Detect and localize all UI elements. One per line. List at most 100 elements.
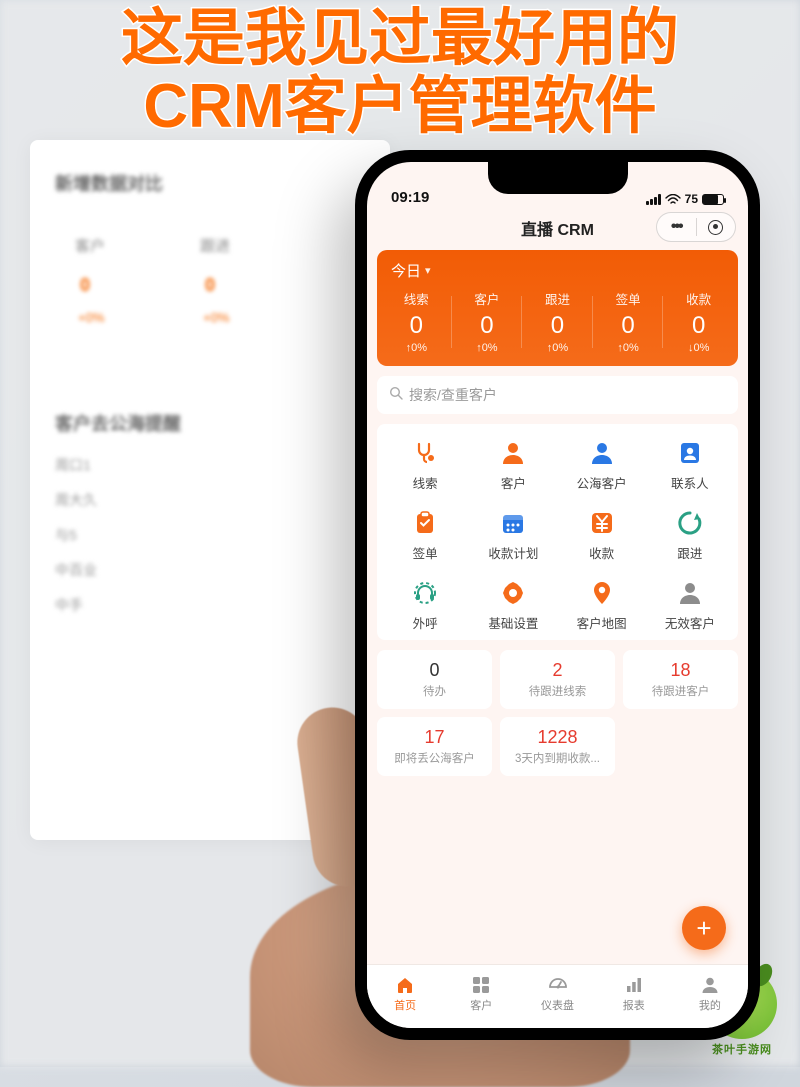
- gear-icon: [498, 578, 528, 608]
- status-time: 09:19: [391, 189, 429, 206]
- stat-tile-4[interactable]: 12283天内到期收款...: [500, 717, 615, 776]
- status-right: 75: [646, 192, 724, 206]
- content-area: 今日 ▾ 线索0↑0%客户0↑0%跟进0↑0%签单0↑0%收款0↓0% 搜索/查…: [367, 250, 748, 776]
- bg-row: 与5: [55, 525, 77, 545]
- stat-tile-3[interactable]: 17 即将丢公海客户: [377, 717, 492, 776]
- menu-item-客户地图[interactable]: 客户地图: [558, 578, 646, 632]
- phone-frame: 09:19 75 直播 CRM ••• 今日 ▾ 线索0↑: [355, 150, 760, 1040]
- search-icon: [389, 386, 403, 404]
- today-header[interactable]: 今日 ▾: [381, 260, 734, 289]
- notch: [488, 162, 628, 194]
- tab-report[interactable]: 报表: [596, 965, 672, 1022]
- stat-label: 待办: [381, 683, 488, 699]
- menu-label: 外呼: [381, 613, 469, 632]
- menu-label: 公海客户: [558, 473, 646, 492]
- home-icon: [395, 975, 415, 995]
- yen-icon: [587, 508, 617, 538]
- metric-label: 客户: [452, 289, 523, 308]
- target-icon: [708, 220, 723, 235]
- stat-tile-2[interactable]: 18待跟进客户: [623, 650, 738, 709]
- tab-home[interactable]: 首页: [367, 965, 443, 1022]
- contact-icon: [675, 438, 705, 468]
- metric-value: 0: [593, 312, 664, 340]
- menu-item-签单[interactable]: 签单: [381, 508, 469, 562]
- bg-section2-title: 客户去公海提醒: [55, 410, 181, 436]
- menu-item-收款计划[interactable]: 收款计划: [469, 508, 557, 562]
- grid-icon: [471, 975, 491, 995]
- menu-item-收款[interactable]: 收款: [558, 508, 646, 562]
- metric-label: 线索: [381, 289, 452, 308]
- bg-pct2: +0%: [203, 310, 229, 325]
- capsule-close-button[interactable]: [697, 220, 736, 235]
- today-metric-1[interactable]: 客户0↑0%: [452, 289, 523, 354]
- bg-pct1: +0%: [78, 310, 104, 325]
- today-metric-2[interactable]: 跟进0↑0%: [522, 289, 593, 354]
- bg-val2: 0: [205, 275, 215, 296]
- person-icon: [498, 438, 528, 468]
- person-icon: [675, 578, 705, 608]
- stat-number: 1228: [504, 727, 611, 748]
- tab-label: 我的: [699, 997, 721, 1013]
- stat-tile-0[interactable]: 0 待办: [377, 650, 492, 709]
- metric-delta: ↑0%: [381, 342, 452, 354]
- stat-label: 待跟进客户: [627, 683, 734, 699]
- menu-item-线索[interactable]: 线索: [381, 438, 469, 492]
- menu-item-基础设置[interactable]: 基础设置: [469, 578, 557, 632]
- search-placeholder: 搜索/查重客户: [409, 385, 497, 405]
- metric-label: 跟进: [522, 289, 593, 308]
- menu-label: 收款计划: [469, 543, 557, 562]
- tab-user[interactable]: 我的: [672, 965, 748, 1022]
- menu-label: 联系人: [646, 473, 734, 492]
- metric-label: 收款: [663, 289, 734, 308]
- menu-item-无效客户[interactable]: 无效客户: [646, 578, 734, 632]
- person-icon: [587, 438, 617, 468]
- menu-label: 基础设置: [469, 613, 557, 632]
- miniprogram-capsule[interactable]: •••: [656, 212, 736, 242]
- signal-icon: [646, 194, 661, 205]
- phone-screen: 09:19 75 直播 CRM ••• 今日 ▾ 线索0↑: [367, 162, 748, 1028]
- stat-tile-1[interactable]: 2 待跟进线索: [500, 650, 615, 709]
- stat-number: 17: [381, 727, 488, 748]
- stat-label: 待跟进线索: [504, 683, 611, 699]
- menu-item-公海客户[interactable]: 公海客户: [558, 438, 646, 492]
- today-title: 今日: [391, 260, 421, 281]
- menu-label: 签单: [381, 543, 469, 562]
- app-title: 直播 CRM: [521, 216, 594, 240]
- metric-delta: ↑0%: [452, 342, 523, 354]
- tab-grid[interactable]: 客户: [443, 965, 519, 1022]
- menu-item-客户[interactable]: 客户: [469, 438, 557, 492]
- tab-dashboard[interactable]: 仪表盘: [519, 965, 595, 1022]
- menu-item-跟进[interactable]: 跟进: [646, 508, 734, 562]
- clipboard-icon: [410, 508, 440, 538]
- tab-label: 客户: [470, 997, 492, 1013]
- today-metric-0[interactable]: 线索0↑0%: [381, 289, 452, 354]
- bg-row: 中百业: [55, 560, 97, 580]
- capsule-menu-button[interactable]: •••: [657, 218, 696, 236]
- today-metric-4[interactable]: 收款 0 ↓0%: [663, 289, 734, 354]
- today-metric-3[interactable]: 签单 0 ↑0%: [593, 289, 664, 354]
- add-fab-button[interactable]: +: [682, 906, 726, 950]
- menu-label: 客户地图: [558, 613, 646, 632]
- menu-label: 无效客户: [646, 613, 734, 632]
- metric-value: 0: [663, 312, 734, 340]
- stat-number: 2: [504, 660, 611, 681]
- stat-number: 0: [381, 660, 488, 681]
- menu-item-联系人[interactable]: 联系人: [646, 438, 734, 492]
- today-summary-card[interactable]: 今日 ▾ 线索0↑0%客户0↑0%跟进0↑0%签单 0 ↑0% 收款 0 ↓0%: [377, 250, 738, 366]
- dashboard-icon: [548, 975, 568, 995]
- bg-row: 中手: [55, 595, 83, 615]
- stat-label: 即将丢公海客户: [381, 750, 488, 766]
- app-header: 直播 CRM •••: [367, 208, 748, 248]
- tab-bar: 首页客户 仪表盘报表我的: [367, 964, 748, 1028]
- metric-delta: ↓0%: [663, 342, 734, 354]
- bg-row: 周大久: [55, 490, 97, 510]
- stats-tiles: 0 待办 2 待跟进线索 18待跟进客户 17 即将丢公海客户 12283天内到期收款...: [377, 650, 738, 776]
- metric-label: 签单: [593, 289, 664, 308]
- calendar-icon: [498, 508, 528, 538]
- metric-delta: ↑0%: [593, 342, 664, 354]
- overlay-headline: 这是我见过最好用的CRM客户管理软件: [0, 5, 800, 141]
- plus-icon: +: [696, 913, 711, 944]
- ellipsis-icon: •••: [671, 218, 682, 236]
- menu-item-外呼[interactable]: 外呼: [381, 578, 469, 632]
- search-input[interactable]: 搜索/查重客户: [377, 376, 738, 414]
